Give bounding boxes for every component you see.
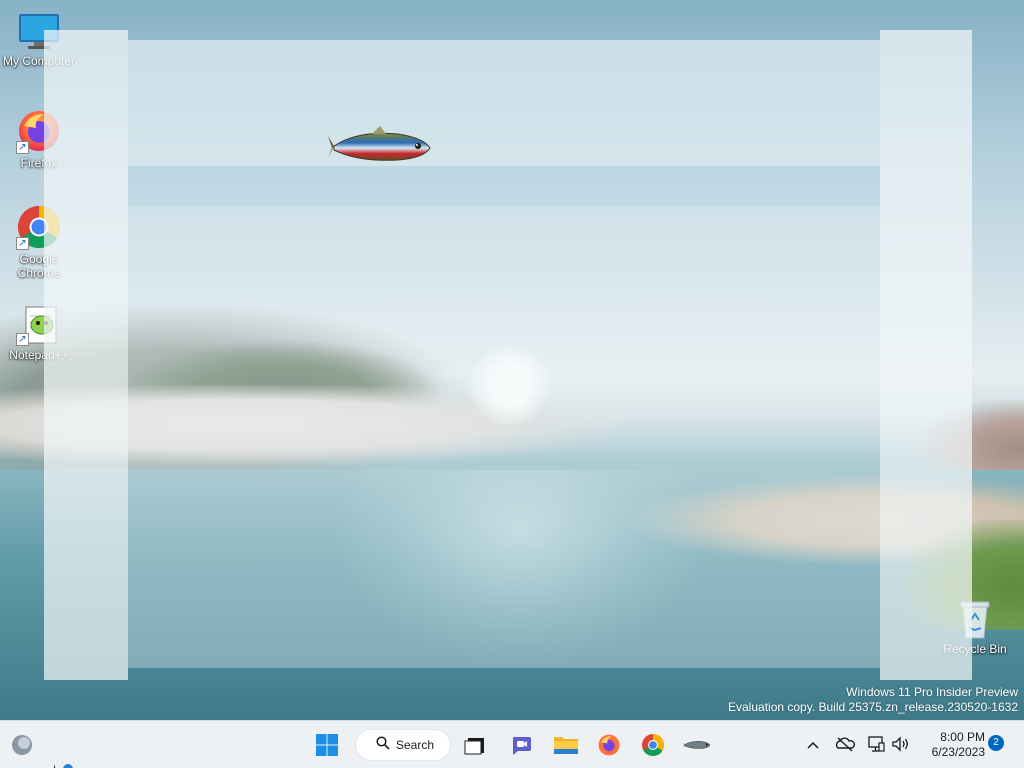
task-view-button[interactable] <box>459 729 491 761</box>
windows-watermark: Windows 11 Pro Insider Preview Evaluatio… <box>728 685 1018 715</box>
desktop[interactable]: My Computer ↗ Firefox ↗ Google Chrome ↗ … <box>0 0 1024 720</box>
overlay-band <box>128 166 880 206</box>
network-icon[interactable] <box>866 734 886 754</box>
start-icon <box>316 734 338 756</box>
firefox-taskbar-button[interactable] <box>593 729 625 761</box>
notification-badge[interactable]: 2 <box>988 735 1004 751</box>
weather-widget-icon[interactable] <box>10 733 34 757</box>
clock-time: 8:00 PM <box>940 730 985 744</box>
chrome-icon <box>642 734 664 756</box>
firefox-icon <box>598 734 620 756</box>
overlay-panel-right <box>880 30 972 680</box>
watermark-edition: Windows 11 Pro Insider Preview <box>846 685 1018 699</box>
fish-app-icon <box>683 741 711 749</box>
cursor-icon <box>54 761 80 768</box>
shortcut-arrow-icon: ↗ <box>16 237 29 250</box>
overlay-panel-top <box>128 40 880 166</box>
shortcut-arrow-icon: ↗ <box>16 333 29 346</box>
chevron-up-icon[interactable] <box>804 735 822 755</box>
file-explorer-icon <box>554 737 578 754</box>
chrome-taskbar-button[interactable] <box>637 729 669 761</box>
chat-button[interactable] <box>505 729 537 761</box>
task-view-icon <box>464 738 484 755</box>
taskbar-clock[interactable]: 8:00 PM 6/23/2023 <box>915 730 985 760</box>
fish-app-button[interactable] <box>681 729 713 761</box>
taskbar: Search 8:00 PM 6/23/2023 2 <box>0 720 1024 768</box>
chat-icon <box>513 737 531 755</box>
overlay-panel-left <box>44 30 128 680</box>
shortcut-arrow-icon: ↗ <box>16 141 29 154</box>
neon-tetra-fish[interactable] <box>328 124 434 170</box>
file-explorer-button[interactable] <box>550 729 582 761</box>
start-button[interactable] <box>311 729 343 761</box>
search-icon <box>376 735 390 755</box>
taskbar-search[interactable]: Search <box>355 729 451 761</box>
search-label: Search <box>396 738 435 752</box>
onedrive-icon[interactable] <box>835 734 855 754</box>
clock-date: 6/23/2023 <box>931 745 985 759</box>
volume-icon[interactable] <box>890 734 910 754</box>
watermark-build: Evaluation copy. Build 25375.zn_release.… <box>728 700 1018 714</box>
